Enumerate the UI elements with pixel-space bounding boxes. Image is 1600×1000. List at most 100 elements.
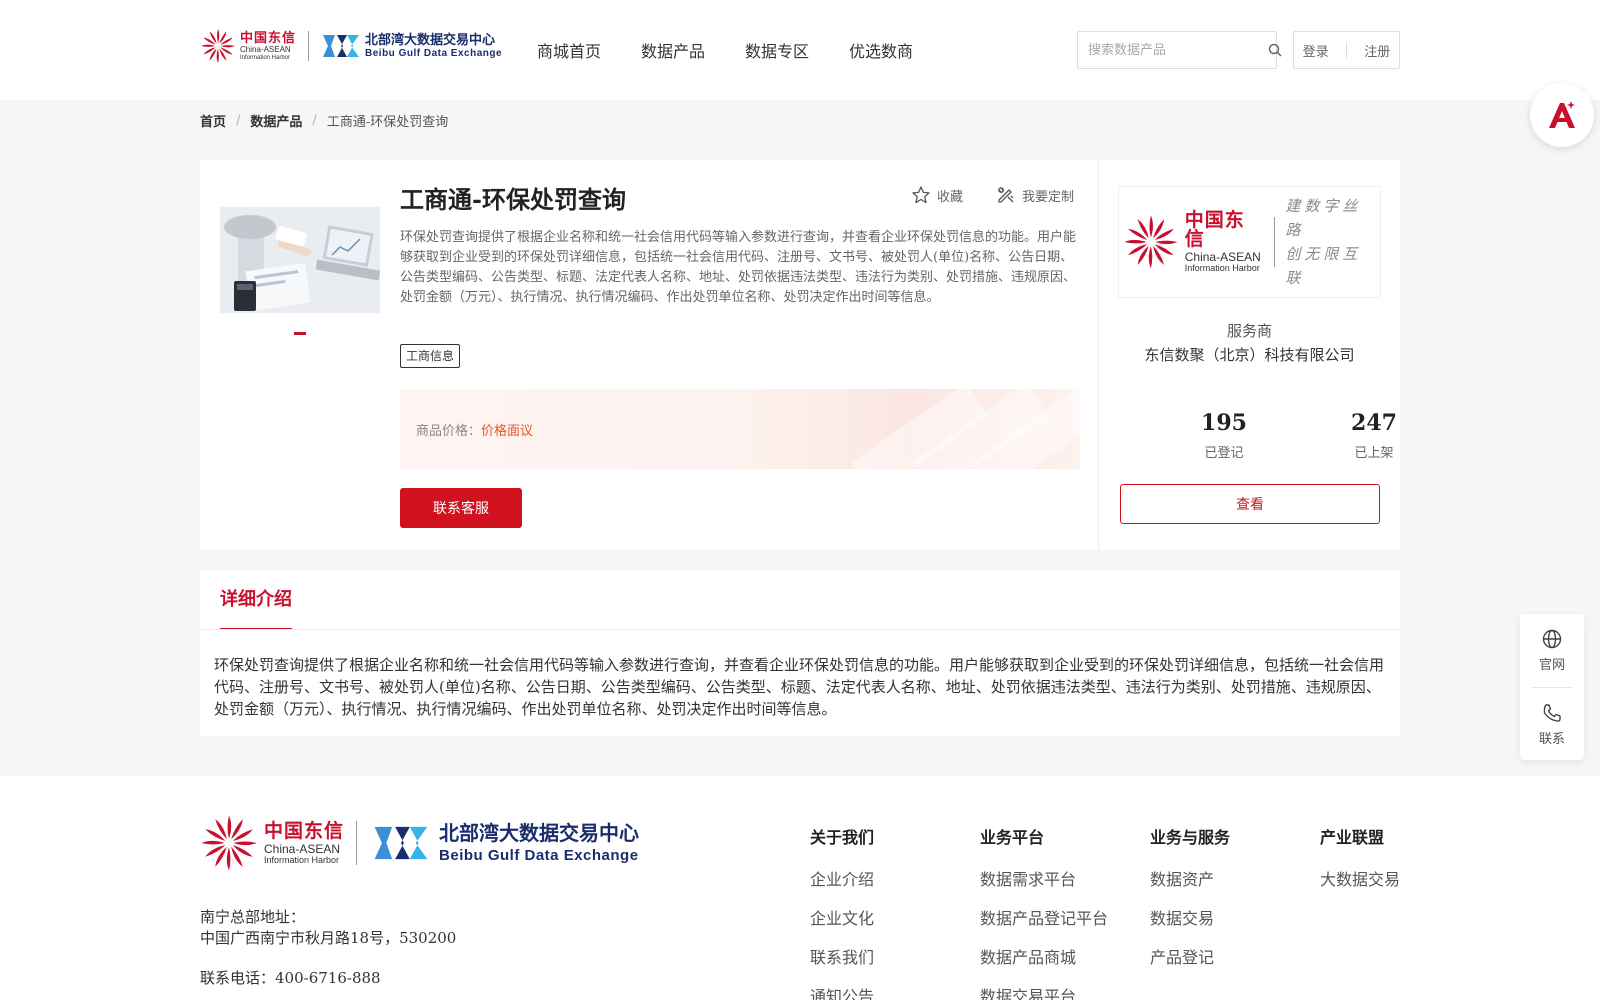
- provider-slogan-2: 创无限互联: [1285, 245, 1362, 287]
- footer-column-title: 关于我们: [810, 828, 875, 847]
- brand-en1: China-ASEAN: [240, 45, 291, 54]
- footer-logo-divider: [356, 821, 358, 865]
- auth-box: 登录 注册: [1293, 31, 1400, 69]
- registered-label: 已登记: [1204, 446, 1244, 461]
- side-item-website[interactable]: 官网: [1520, 628, 1584, 673]
- provider-logo-cn: 中国东信: [1184, 210, 1245, 250]
- footer-column-alliance: 产业联盟 大数据交易: [1320, 824, 1400, 905]
- footer-column-title: 业务平台: [980, 828, 1045, 847]
- registered-stat: 195 已登记: [1174, 410, 1274, 461]
- footer-column-platforms: 业务平台 数据需求平台 数据产品登记平台 数据产品商城 数据交易平台: [980, 824, 1108, 1000]
- provider-logo-en1: China-ASEAN: [1184, 250, 1261, 264]
- side-item-contact-label: 联系: [1538, 732, 1565, 747]
- footer-link[interactable]: 数据产品商城: [980, 944, 1108, 983]
- logo-divider: [308, 31, 310, 61]
- auth-divider: [1345, 42, 1347, 58]
- footer-address-label: 南宁总部地址：: [200, 908, 306, 926]
- listed-stat: 247 已上架: [1324, 410, 1424, 461]
- footer-link[interactable]: 联系我们: [810, 944, 874, 983]
- product-description: 环保处罚查询提供了根据企业名称和统一社会信用代码等输入参数进行查询，并查看企业环…: [400, 230, 1077, 305]
- side-item-website-label: 官网: [1538, 658, 1565, 673]
- beibu-gulf-logo: 北部湾大数据交易中心 Beibu Gulf Data Exchange: [321, 31, 502, 61]
- search-box: [1077, 31, 1282, 69]
- register-link[interactable]: 注册: [1364, 41, 1390, 60]
- breadcrumb-home[interactable]: 首页: [200, 111, 226, 130]
- brand-en2: Information Harbor: [240, 55, 291, 61]
- breadcrumb-separator: /: [236, 113, 241, 128]
- price-value: 价格面议: [481, 423, 534, 439]
- footer-brand-en2: Information Harbor: [264, 854, 340, 865]
- nav-item-products[interactable]: 数据产品: [641, 38, 705, 62]
- favorite-label: 收藏: [937, 189, 964, 205]
- flower-logo-icon: [201, 815, 257, 871]
- tab-detail[interactable]: 详细介绍: [220, 570, 292, 630]
- provider-logo-en2: Information Harbor: [1184, 263, 1260, 273]
- breadcrumb-separator: /: [312, 113, 317, 128]
- contact-service-button[interactable]: 联系客服: [400, 488, 522, 528]
- customize-label: 我要定制: [1022, 189, 1075, 205]
- price-label: 商品价格：: [416, 423, 482, 439]
- product-title: 工商通-环保处罚查询: [400, 185, 626, 214]
- provider-logo-divider: [1274, 217, 1276, 267]
- listed-label: 已上架: [1354, 446, 1394, 461]
- site-footer: 中国东信 China-ASEAN Information Harbor 北部湾大…: [0, 776, 1600, 1000]
- footer-logo[interactable]: 中国东信 China-ASEAN Information Harbor 北部湾大…: [200, 814, 639, 872]
- search-icon[interactable]: [1268, 43, 1282, 57]
- footer-phone: 联系电话：400-6716-888: [200, 969, 381, 987]
- footer-partner-en: Beibu Gulf Data Exchange: [439, 846, 639, 864]
- side-float-panel: 官网 联系: [1520, 614, 1584, 760]
- provider-slogan-1: 建数字丝路: [1285, 197, 1362, 239]
- nav-item-vendors[interactable]: 优选数商: [849, 38, 913, 62]
- footer-link[interactable]: 数据需求平台: [980, 866, 1108, 905]
- footer-link[interactable]: 数据交易: [1150, 905, 1230, 944]
- nav-item-zones[interactable]: 数据专区: [745, 38, 809, 62]
- view-provider-button[interactable]: 查看: [1120, 484, 1380, 524]
- footer-brand-cn: 中国东信: [264, 820, 345, 842]
- footer-column-title: 产业联盟: [1320, 828, 1385, 847]
- carousel-indicator[interactable]: [294, 332, 306, 335]
- card-divider: [1098, 160, 1099, 550]
- star-icon: [912, 186, 930, 204]
- tools-icon: [998, 187, 1014, 203]
- detail-divider: [200, 629, 1400, 630]
- provider-logo: 中国东信 China-ASEAN Information Harbor 建数字丝…: [1118, 186, 1381, 298]
- product-image[interactable]: [220, 207, 380, 313]
- flower-logo-icon: [200, 28, 236, 64]
- site-logo[interactable]: 中国东信 China-ASEAN Information Harbor 北部湾大…: [200, 28, 502, 64]
- site-header: 中国东信 China-ASEAN Information Harbor 北部湾大…: [0, 0, 1600, 100]
- footer-link[interactable]: 产品登记: [1150, 944, 1230, 983]
- footer-column-services: 业务与服务 数据资产 数据交易 产品登记: [1150, 824, 1230, 983]
- search-input[interactable]: [1078, 32, 1268, 68]
- globe-icon: [1542, 629, 1562, 649]
- detail-section: 详细介绍 环保处罚查询提供了根据企业名称和统一社会信用代码等输入参数进行查询，并…: [200, 570, 1400, 736]
- provider-label: 服务商: [1226, 322, 1272, 340]
- category-tag[interactable]: 工商信息: [400, 344, 461, 368]
- china-asean-logo: 中国东信 China-ASEAN Information Harbor: [200, 28, 296, 64]
- footer-partner-cn: 北部湾大数据交易中心: [439, 822, 640, 845]
- bbg-mark-icon: [323, 35, 360, 57]
- favorite-button[interactable]: 收藏: [911, 185, 963, 205]
- floating-assistant-button[interactable]: [1530, 83, 1594, 147]
- footer-link[interactable]: 数据资产: [1150, 866, 1230, 905]
- footer-column-title: 业务与服务: [1150, 828, 1231, 847]
- flower-logo-icon: [1124, 215, 1178, 269]
- nav-item-home[interactable]: 商城首页: [537, 38, 601, 62]
- phone-icon: [1543, 704, 1561, 722]
- footer-link[interactable]: 企业文化: [810, 905, 874, 944]
- footer-link[interactable]: 数据交易平台: [980, 983, 1108, 1000]
- footer-link[interactable]: 数据产品登记平台: [980, 905, 1108, 944]
- footer-column-about: 关于我们 企业介绍 企业文化 联系我们 通知公告: [810, 824, 874, 1000]
- listed-count: 247: [1351, 410, 1397, 436]
- customize-button[interactable]: 我要定制: [996, 185, 1074, 205]
- side-panel-divider: [1532, 687, 1572, 688]
- main-nav: 商城首页 数据产品 数据专区 优选数商: [537, 38, 953, 62]
- footer-link[interactable]: 企业介绍: [810, 866, 874, 905]
- footer-link[interactable]: 通知公告: [810, 983, 874, 1000]
- side-item-contact[interactable]: 联系: [1520, 702, 1584, 747]
- breadcrumb-section[interactable]: 数据产品: [250, 111, 302, 130]
- login-link[interactable]: 登录: [1303, 41, 1329, 60]
- footer-link[interactable]: 大数据交易: [1320, 866, 1400, 905]
- footer-brand-en1: China-ASEAN: [264, 841, 341, 856]
- office-desk-image: [220, 207, 380, 313]
- price-box: 商品价格： 价格面议: [400, 389, 1080, 469]
